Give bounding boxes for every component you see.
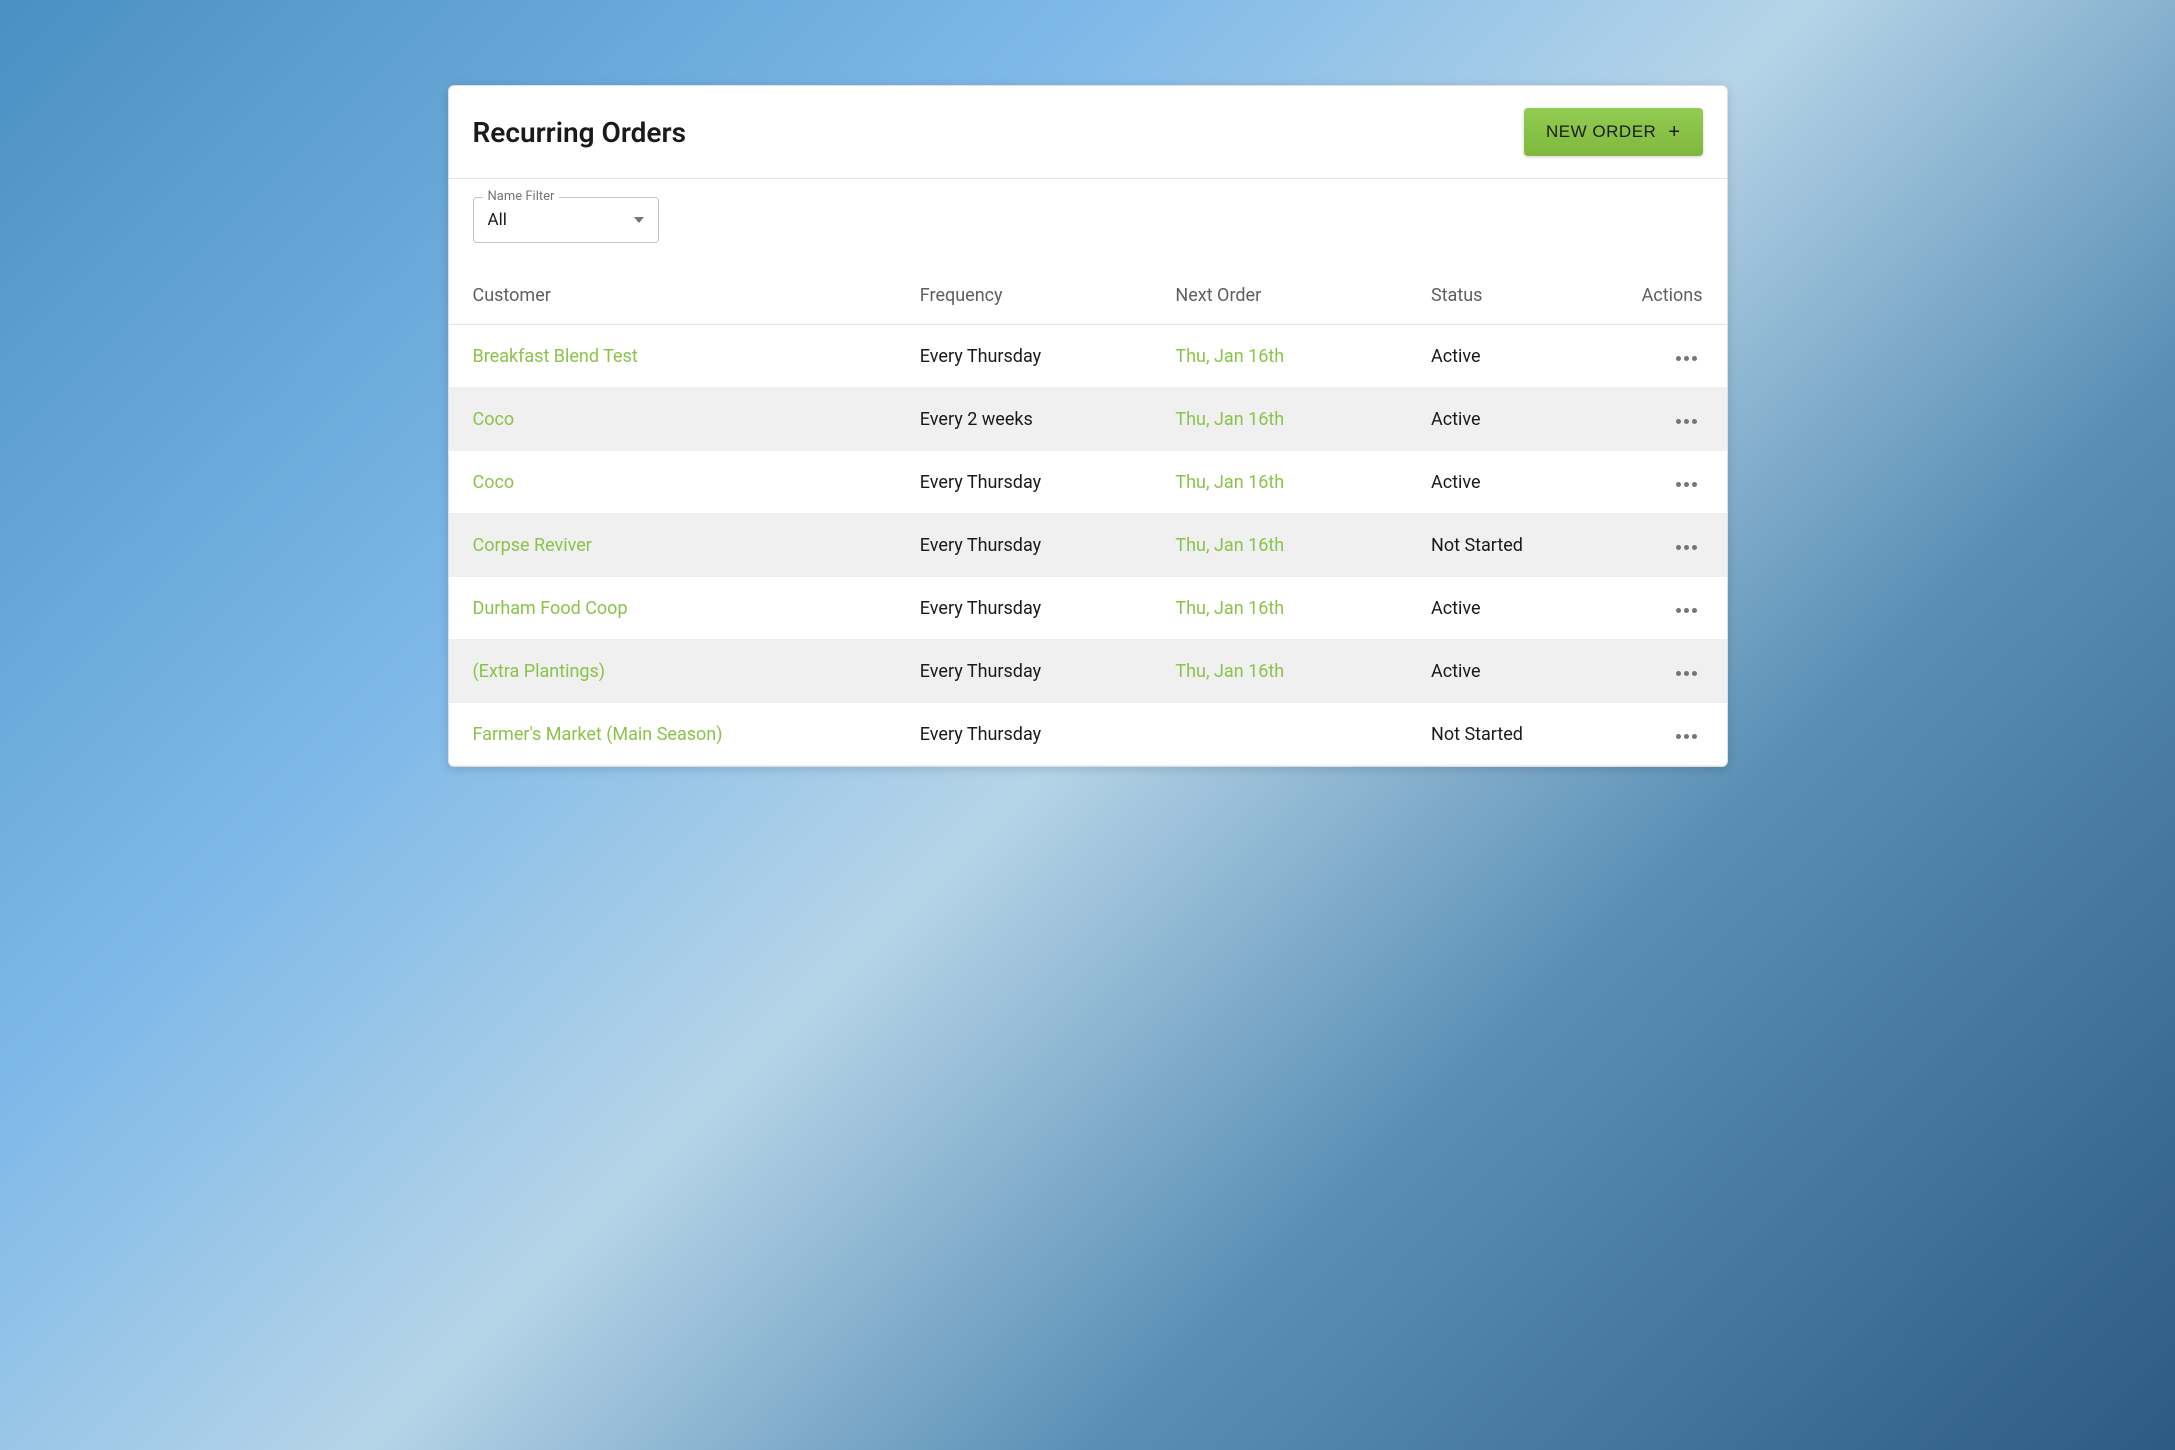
frequency-cell: Every Thursday bbox=[896, 451, 1152, 514]
table-row: (Extra Plantings) Every ThursdayThu, Jan … bbox=[449, 640, 1727, 703]
table-row: Coco Every 2 weeksThu, Jan 16thActive bbox=[449, 388, 1727, 451]
customer-link[interactable]: Breakfast Blend Test bbox=[473, 346, 638, 367]
actions-cell bbox=[1611, 325, 1726, 388]
orders-table: Customer Frequency Next Order Status Act… bbox=[449, 267, 1727, 766]
table-row: Coco Every ThursdayThu, Jan 16thActive bbox=[449, 451, 1727, 514]
customer-cell: Breakfast Blend Test bbox=[449, 325, 896, 388]
table-body: Breakfast Blend TestEvery ThursdayThu, J… bbox=[449, 325, 1727, 766]
col-header-customer: Customer bbox=[449, 267, 896, 325]
next-order-cell: Thu, Jan 16th bbox=[1151, 325, 1407, 388]
next-order-cell: Thu, Jan 16th bbox=[1151, 388, 1407, 451]
customer-cell: (Extra Plantings) bbox=[449, 640, 896, 703]
actions-cell bbox=[1611, 640, 1726, 703]
card-header: Recurring Orders NEW ORDER + bbox=[449, 86, 1727, 179]
actions-cell bbox=[1611, 451, 1726, 514]
more-actions-icon[interactable] bbox=[1670, 476, 1703, 493]
customer-link[interactable]: Coco bbox=[473, 409, 515, 430]
col-header-actions: Actions bbox=[1611, 267, 1726, 325]
orders-card: Recurring Orders NEW ORDER + Name Filter… bbox=[448, 85, 1728, 767]
page-title: Recurring Orders bbox=[473, 116, 686, 149]
next-order-cell: Thu, Jan 16th bbox=[1151, 451, 1407, 514]
new-order-button[interactable]: NEW ORDER + bbox=[1524, 108, 1702, 156]
status-cell: Active bbox=[1407, 577, 1611, 640]
customer-link[interactable]: Coco bbox=[473, 472, 515, 493]
frequency-cell: Every Thursday bbox=[896, 514, 1152, 577]
actions-cell bbox=[1611, 514, 1726, 577]
customer-cell: Farmer's Market (Main Season) bbox=[449, 703, 896, 766]
frequency-cell: Every Thursday bbox=[896, 325, 1152, 388]
status-cell: Active bbox=[1407, 451, 1611, 514]
new-order-label: NEW ORDER bbox=[1546, 122, 1656, 142]
table-row: Farmer's Market (Main Season) Every Thurs… bbox=[449, 703, 1727, 766]
customer-link[interactable]: (Extra Plantings) bbox=[473, 661, 606, 682]
name-filter-value: All bbox=[488, 210, 507, 230]
next-order-cell: Thu, Jan 16th bbox=[1151, 640, 1407, 703]
more-actions-icon[interactable] bbox=[1670, 413, 1703, 430]
customer-cell: Coco bbox=[449, 451, 896, 514]
more-actions-icon[interactable] bbox=[1670, 350, 1703, 367]
name-filter-label: Name Filter bbox=[483, 189, 560, 204]
customer-link[interactable]: Corpse Reviver bbox=[473, 535, 592, 556]
next-order-cell bbox=[1151, 703, 1407, 766]
status-cell: Not Started bbox=[1407, 703, 1611, 766]
customer-cell: Coco bbox=[449, 388, 896, 451]
frequency-cell: Every Thursday bbox=[896, 577, 1152, 640]
filter-row: Name Filter All bbox=[449, 179, 1727, 267]
status-cell: Not Started bbox=[1407, 514, 1611, 577]
actions-cell bbox=[1611, 703, 1726, 766]
table-row: Corpse Reviver Every ThursdayThu, Jan 16t… bbox=[449, 514, 1727, 577]
actions-cell bbox=[1611, 577, 1726, 640]
col-header-frequency: Frequency bbox=[896, 267, 1152, 325]
status-cell: Active bbox=[1407, 640, 1611, 703]
customer-cell: Corpse Reviver bbox=[449, 514, 896, 577]
customer-link[interactable]: Durham Food Coop bbox=[473, 598, 628, 619]
name-filter-select[interactable]: Name Filter All bbox=[473, 197, 659, 243]
next-order-cell: Thu, Jan 16th bbox=[1151, 514, 1407, 577]
frequency-cell: Every 2 weeks bbox=[896, 388, 1152, 451]
more-actions-icon[interactable] bbox=[1670, 665, 1703, 682]
more-actions-icon[interactable] bbox=[1670, 602, 1703, 619]
frequency-cell: Every Thursday bbox=[896, 640, 1152, 703]
status-cell: Active bbox=[1407, 388, 1611, 451]
frequency-cell: Every Thursday bbox=[896, 703, 1152, 766]
table-header-row: Customer Frequency Next Order Status Act… bbox=[449, 267, 1727, 325]
customer-cell: Durham Food Coop bbox=[449, 577, 896, 640]
col-header-status: Status bbox=[1407, 267, 1611, 325]
more-actions-icon[interactable] bbox=[1670, 728, 1703, 745]
col-header-next-order: Next Order bbox=[1151, 267, 1407, 325]
customer-link[interactable]: Farmer's Market (Main Season) bbox=[473, 724, 723, 745]
table-row: Durham Food Coop Every ThursdayThu, Jan 1… bbox=[449, 577, 1727, 640]
more-actions-icon[interactable] bbox=[1670, 539, 1703, 556]
chevron-down-icon bbox=[634, 217, 644, 223]
table-row: Breakfast Blend Test Every ThursdayThu, J… bbox=[449, 325, 1727, 388]
plus-icon: + bbox=[1668, 122, 1680, 142]
actions-cell bbox=[1611, 388, 1726, 451]
next-order-cell: Thu, Jan 16th bbox=[1151, 577, 1407, 640]
status-cell: Active bbox=[1407, 325, 1611, 388]
